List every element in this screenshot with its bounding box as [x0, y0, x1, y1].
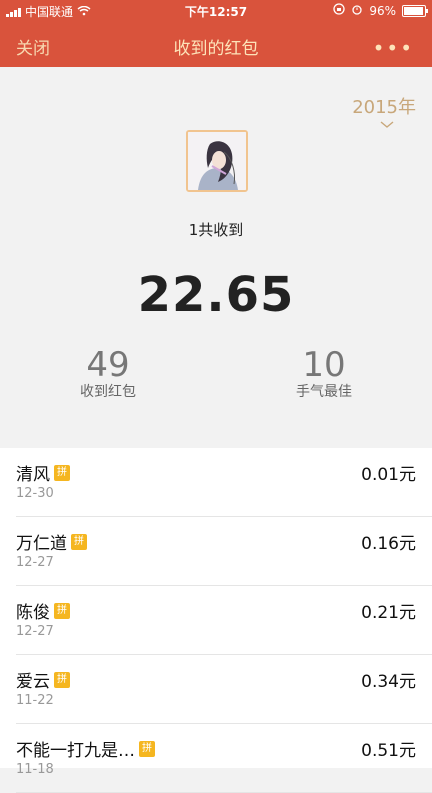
- avatar[interactable]: [186, 130, 248, 192]
- list-item[interactable]: 陈俊拼 12-27 0.21元: [16, 586, 432, 655]
- best-luck-stat: 10 手气最佳: [264, 345, 384, 401]
- group-badge: 拼: [54, 602, 70, 619]
- battery-icon: [402, 4, 428, 17]
- battery-percent: 96%: [369, 3, 396, 18]
- sender-name: 陈俊: [16, 603, 50, 623]
- list-item[interactable]: 不能一打九是… 拼 11-18 0.51元: [16, 724, 432, 793]
- list-item[interactable]: 清风拼 12-30 0.01元: [16, 448, 432, 517]
- sender-name: 爱云: [16, 672, 50, 692]
- sender-name: 万仁道: [16, 534, 67, 554]
- list-item[interactable]: 爱云拼 11-22 0.34元: [16, 655, 432, 724]
- received-count-stat: 49 收到红包: [48, 345, 168, 401]
- group-badge: 拼: [54, 671, 70, 688]
- received-count-label: 收到红包: [80, 384, 136, 400]
- list-item[interactable]: 万仁道拼 12-27 0.16元: [16, 517, 432, 586]
- date: 12-27: [16, 624, 54, 639]
- amount: 0.51元: [361, 741, 416, 761]
- total-amount: 22.65: [137, 267, 295, 323]
- amount: 0.21元: [361, 603, 416, 623]
- summary-panel: 2015年 1共收到 22.65 49 收到红包 10 手气最佳: [0, 67, 432, 448]
- status-bar: 中国联通 下午12:57 96%: [0, 0, 432, 22]
- nav-bar: 关闭 收到的红包 •••: [0, 22, 432, 67]
- best-luck-count: 10: [302, 345, 346, 385]
- amount: 0.34元: [361, 672, 416, 692]
- red-packet-list: 清风拼 12-30 0.01元 万仁道拼 12-27 0.16元 陈俊拼 12-…: [0, 448, 432, 793]
- alarm-icon: [351, 3, 363, 18]
- status-right: 96%: [333, 3, 428, 18]
- date: 12-27: [16, 555, 54, 570]
- received-count: 49: [86, 345, 130, 385]
- received-label: 1共收到: [188, 221, 244, 239]
- group-badge: 拼: [71, 533, 87, 550]
- amount: 0.01元: [361, 465, 416, 485]
- best-luck-label: 手气最佳: [296, 384, 352, 400]
- page-title: 收到的红包: [173, 39, 259, 59]
- date: 12-30: [16, 486, 54, 501]
- date: 11-22: [16, 693, 54, 708]
- sender-name: 清风: [16, 465, 50, 485]
- group-badge: 拼: [54, 464, 70, 481]
- lock-rotation-icon: [333, 3, 345, 18]
- chevron-down-icon[interactable]: [380, 117, 394, 133]
- year-selector[interactable]: 2015年: [352, 93, 416, 119]
- amount: 0.16元: [361, 534, 416, 554]
- date: 11-18: [16, 762, 54, 777]
- sender-name: 不能一打九是…: [16, 741, 135, 761]
- more-options-button[interactable]: •••: [373, 36, 414, 60]
- group-badge: 拼: [139, 740, 155, 757]
